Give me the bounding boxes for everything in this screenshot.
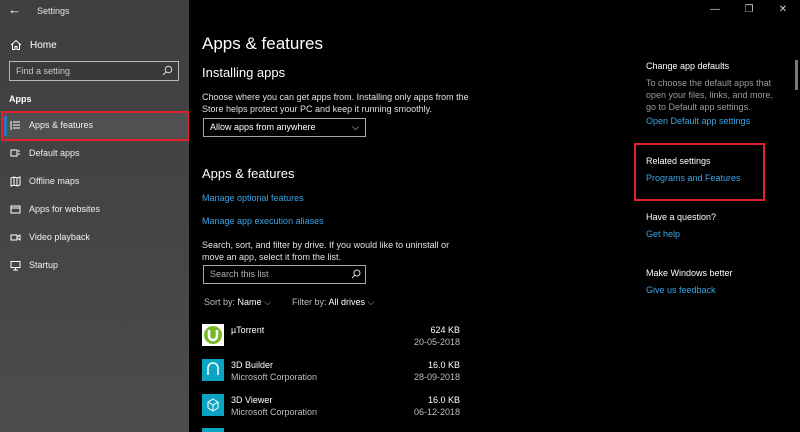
related-settings-highlight <box>634 143 765 201</box>
app-name: 3D Viewer <box>231 395 273 405</box>
window-title: Settings <box>37 6 70 16</box>
page-title: Apps & features <box>202 34 323 53</box>
3d-viewer-icon <box>202 394 224 416</box>
app-size: 16.0 KB <box>427 395 460 405</box>
apps-features-heading: Apps & features <box>202 166 295 181</box>
back-arrow-icon[interactable]: ← <box>8 3 22 17</box>
close-button[interactable]: ✕ <box>766 0 800 22</box>
utorrent-icon <box>202 324 224 346</box>
sidebar-item-label: Apps & features <box>29 120 94 130</box>
apps-description-line1: Search, sort, and filter by drive. If yo… <box>202 240 450 250</box>
app-source-dropdown[interactable]: Allow apps from anywhere ⌵ <box>203 118 366 137</box>
titlebar: ← Settings <box>0 0 189 22</box>
sidebar-item-label: Offline maps <box>29 176 80 186</box>
sort-dropdown[interactable]: Sort by: Name ⌵ <box>204 297 271 308</box>
sidebar-item-label: Startup <box>29 260 59 270</box>
sidebar-item-label: Video playback <box>29 232 90 242</box>
filter-value: All drives <box>328 297 366 307</box>
map-icon <box>10 175 21 187</box>
search-placeholder: Find a setting <box>16 66 71 76</box>
sidebar-item-startup[interactable]: Startup <box>10 257 58 273</box>
home-icon <box>10 39 22 50</box>
programs-and-features-link[interactable]: Programs and Features <box>646 173 741 183</box>
apps-description-line2: move an app, select it from the list. <box>202 252 342 262</box>
open-default-app-settings-link[interactable]: Open Default app settings <box>646 116 750 126</box>
search-icon <box>351 269 361 279</box>
list-icon <box>10 120 20 130</box>
sidebar: ← Settings Home Find a setting Apps Apps… <box>0 0 190 432</box>
video-icon <box>10 233 21 241</box>
search-list-input[interactable]: Search this list <box>203 265 366 284</box>
default-apps-icon <box>10 149 20 156</box>
related-settings-heading: Related settings <box>646 156 711 166</box>
app-date: 20-05-2018 <box>413 337 460 347</box>
startup-icon <box>10 260 21 270</box>
installing-apps-heading: Installing apps <box>202 65 286 80</box>
give-feedback-link[interactable]: Give us feedback <box>646 285 716 295</box>
question-heading: Have a question? <box>646 212 717 222</box>
dropdown-value: Allow apps from anywhere <box>210 122 316 132</box>
sidebar-section-apps: Apps <box>9 94 32 104</box>
web-apps-icon <box>10 205 21 213</box>
sidebar-item-default-apps[interactable]: Default apps <box>10 145 80 161</box>
app-name: µTorrent <box>231 325 265 335</box>
app-size: 624 KB <box>430 325 460 335</box>
sort-value: Name <box>237 297 262 307</box>
app-size: 16.0 KB <box>427 360 460 370</box>
chevron-down-icon: ⌵ <box>367 297 375 307</box>
filter-label: Filter by: <box>292 297 327 307</box>
find-setting-input[interactable]: Find a setting <box>9 61 179 81</box>
main-content: — ❐ ✕ Apps & features Installing apps Ch… <box>189 0 800 432</box>
scrollbar[interactable] <box>795 60 798 90</box>
window-controls: — ❐ ✕ <box>698 0 800 22</box>
search-placeholder: Search this list <box>210 269 269 279</box>
sidebar-item-label: Apps for websites <box>29 204 101 214</box>
filter-dropdown[interactable]: Filter by: All drives ⌵ <box>292 297 374 308</box>
app-publisher: Microsoft Corporation <box>231 372 318 382</box>
minimize-button[interactable]: — <box>698 0 732 22</box>
sidebar-item-apps-features[interactable]: Apps & features <box>10 117 93 133</box>
sidebar-item-video-playback[interactable]: Video playback <box>10 229 90 245</box>
app-date: 06-12-2018 <box>413 407 460 417</box>
manage-optional-features-link[interactable]: Manage optional features <box>202 193 304 203</box>
sidebar-item-apps-for-websites[interactable]: Apps for websites <box>10 201 100 217</box>
change-defaults-text: To choose the default apps that open you… <box>646 78 774 112</box>
chevron-down-icon: ⌵ <box>352 122 359 132</box>
maximize-button[interactable]: ❐ <box>732 0 766 22</box>
installing-description-line1: Choose where you can get apps from. Inst… <box>202 92 469 102</box>
installing-description-line2: Store helps protect your PC and keep it … <box>202 104 432 114</box>
sidebar-item-label: Default apps <box>29 148 80 158</box>
make-windows-better-heading: Make Windows better <box>646 268 733 278</box>
change-defaults-heading: Change app defaults <box>646 61 730 71</box>
chevron-down-icon: ⌵ <box>264 297 271 307</box>
manage-execution-aliases-link[interactable]: Manage app execution aliases <box>202 216 324 226</box>
selection-indicator <box>4 116 7 136</box>
sidebar-item-offline-maps[interactable]: Offline maps <box>10 173 79 189</box>
app-publisher: Microsoft Corporation <box>231 407 318 417</box>
app-list-item[interactable]: 3D Builder Microsoft Corporation 16.0 KB… <box>202 359 460 387</box>
sidebar-item-home[interactable]: Home <box>10 37 57 53</box>
app-list-item[interactable]: 3D Viewer Microsoft Corporation 16.0 KB … <box>202 394 460 422</box>
search-icon <box>162 65 173 76</box>
app-date: 28-09-2018 <box>413 372 460 382</box>
partial-list-item-icon <box>202 428 224 432</box>
sidebar-item-label: Home <box>30 39 57 51</box>
3d-builder-icon <box>202 359 224 381</box>
get-help-link[interactable]: Get help <box>646 229 680 239</box>
sort-label: Sort by: <box>204 297 236 307</box>
app-name: 3D Builder <box>231 360 274 370</box>
app-list-item[interactable]: µTorrent 624 KB 20-05-2018 <box>202 324 460 352</box>
